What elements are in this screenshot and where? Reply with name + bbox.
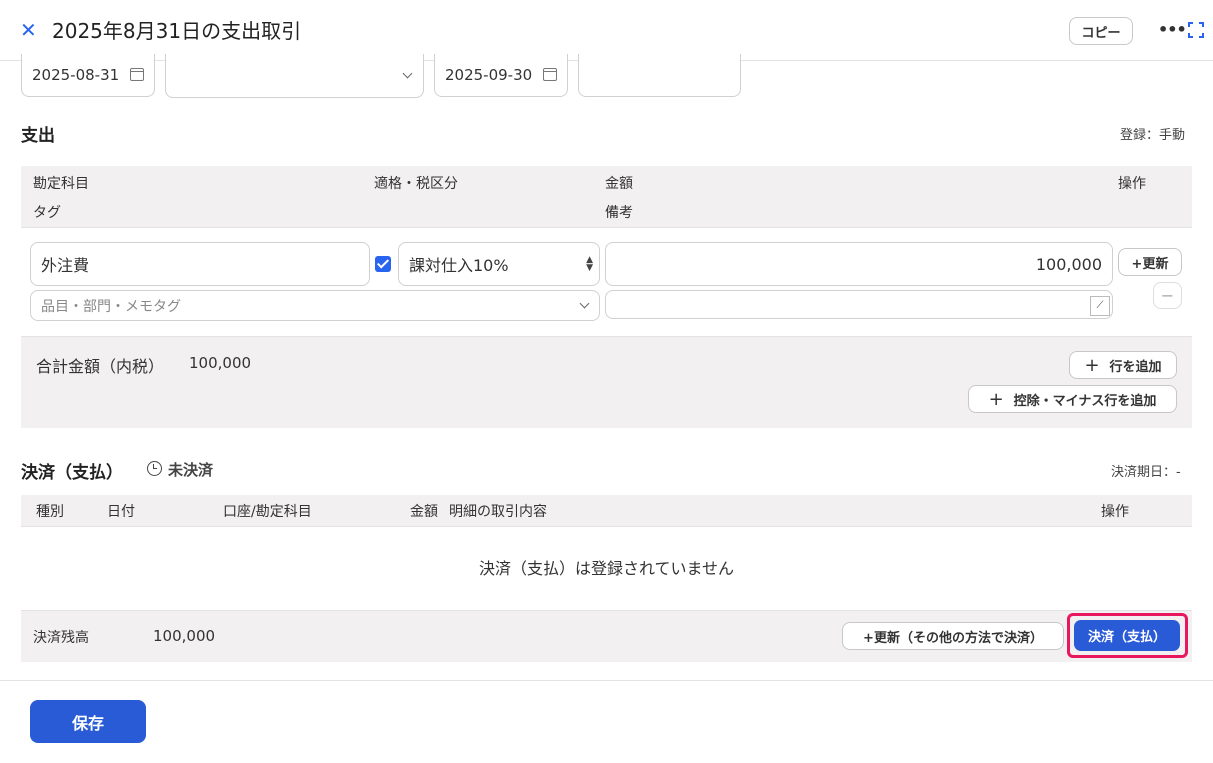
add-row-button[interactable]: + 行を追加 (1069, 351, 1177, 379)
amount-input[interactable]: 100,000 (605, 242, 1113, 286)
settlement-empty-message: 決済（支払）は登録されていません (478, 559, 735, 578)
reference-field[interactable] (578, 54, 741, 97)
remove-row-button[interactable]: − (1153, 282, 1182, 309)
clock-icon (147, 461, 162, 476)
balance-value: 100,000 (153, 627, 216, 645)
page-title: 2025年8月31日の支出取引 (52, 19, 302, 43)
total-label: 合計金額（内税） (36, 357, 165, 376)
update-row-button[interactable]: +更新 (1118, 248, 1182, 276)
header-action: 操作 (1101, 504, 1129, 520)
save-button[interactable]: 保存 (30, 700, 146, 743)
account-value: 外注費 (41, 256, 90, 275)
issue-date-value: 2025-08-31 (32, 66, 120, 84)
chevron-down-icon (402, 68, 413, 79)
header-account: 勘定科目 (33, 176, 89, 192)
calendar-icon[interactable] (543, 68, 557, 81)
expense-summary (21, 336, 1192, 428)
resize-handle-icon[interactable]: ⟋ (1090, 296, 1110, 316)
header-tag: タグ (33, 205, 61, 221)
issue-date-field[interactable]: 2025-08-31 (21, 54, 155, 97)
balance-label: 決済残高 (33, 630, 89, 646)
header-action: 操作 (1118, 176, 1146, 192)
more-icon[interactable]: ••• (1158, 20, 1187, 39)
header-note: 備考 (605, 205, 633, 221)
update-other-method-button[interactable]: +更新（その他の方法で決済） (842, 622, 1064, 650)
footer-divider (0, 680, 1213, 681)
close-icon[interactable]: ✕ (20, 18, 37, 42)
account-input[interactable]: 外注費 (30, 242, 370, 286)
settlement-status: 未決済 (168, 461, 214, 479)
amount-value: 100,000 (1035, 254, 1102, 274)
settlement-table-header (21, 495, 1192, 527)
chevron-down-icon (579, 298, 590, 309)
expand-icon[interactable] (1188, 22, 1204, 38)
header-date: 日付 (107, 504, 135, 520)
tax-category-select[interactable]: 課対仕入10% ▲ ▼ (398, 242, 600, 286)
header-account: 口座/勘定科目 (223, 504, 312, 520)
tag-placeholder: 品目・部門・メモタグ (41, 298, 181, 315)
tax-category-value: 課対仕入10% (409, 256, 509, 275)
add-row-label: 行を追加 (1109, 359, 1162, 375)
registration-label: 登録：手動 (1120, 128, 1186, 143)
note-textarea[interactable]: ⟋ (605, 290, 1113, 319)
plus-icon: + (988, 388, 1004, 410)
copy-button[interactable]: コピー (1069, 17, 1133, 45)
due-date-field[interactable]: 2025-09-30 (434, 54, 568, 97)
header-detail: 明細の取引内容 (449, 504, 547, 520)
pay-button-highlight (1067, 613, 1188, 658)
expense-section-title: 支出 (21, 126, 55, 146)
settlement-section-title: 決済（支払） (21, 463, 123, 483)
tag-select[interactable]: 品目・部門・メモタグ (30, 290, 600, 321)
qualified-checkbox[interactable] (375, 256, 391, 272)
partner-select[interactable] (165, 54, 424, 98)
header-type: 種別 (36, 504, 64, 520)
select-arrows-icon: ▲ ▼ (586, 255, 593, 273)
header-amount: 金額 (605, 176, 633, 192)
due-date-value: 2025-09-30 (445, 66, 533, 84)
add-deduction-label: 控除・マイナス行を追加 (1013, 393, 1157, 409)
header-amount: 金額 (410, 504, 438, 520)
calendar-icon[interactable] (130, 68, 144, 81)
settlement-due-label: 決済期日：- (1111, 465, 1181, 480)
plus-icon: + (1084, 354, 1100, 376)
total-value: 100,000 (189, 354, 252, 372)
header-tax: 適格・税区分 (374, 176, 458, 192)
add-deduction-row-button[interactable]: + 控除・マイナス行を追加 (968, 385, 1177, 413)
dialog-header: ✕ 2025年8月31日の支出取引 コピー ••• (0, 0, 1213, 61)
